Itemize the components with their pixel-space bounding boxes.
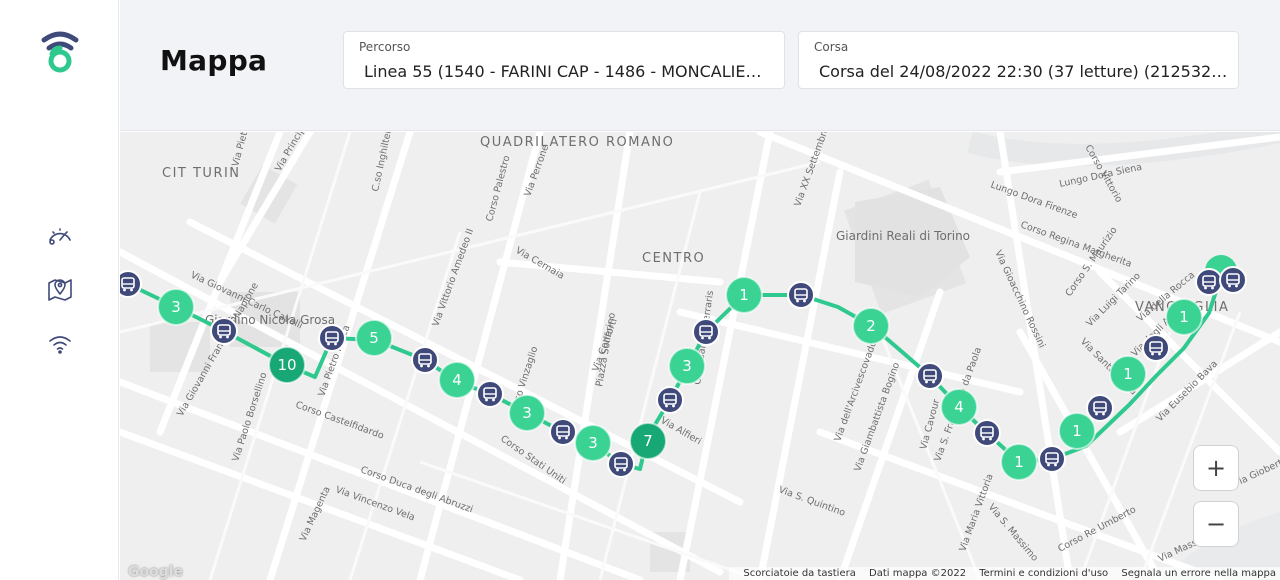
page-title: Mappa (160, 44, 268, 77)
map-view[interactable]: CIT TURIN QUADRILATERO ROMANO CENTRO VAN… (120, 132, 1280, 580)
bus-stop-icon[interactable] (1195, 268, 1223, 296)
cluster-count: 10 (277, 356, 296, 374)
cluster-count: 3 (588, 434, 598, 452)
map-attribution: Scorciatoie da tastiera Dati mappa ©2022… (729, 567, 1280, 580)
bus-stop-icon[interactable] (476, 380, 504, 408)
keyboard-shortcuts-link[interactable]: Scorciatoie da tastiera (743, 568, 855, 579)
cluster-count: 4 (954, 398, 964, 416)
district-label: QUADRILATERO ROMANO (480, 135, 674, 150)
report-error-link[interactable]: Segnala un errore nella mappa (1121, 568, 1276, 579)
reading-cluster[interactable]: 3 (157, 288, 195, 326)
trip-select-value: Corsa del 24/08/2022 22:30 (37 letture) … (819, 62, 1229, 81)
reading-cluster[interactable]: 1 (1000, 443, 1038, 481)
reading-cluster[interactable]: 10 (268, 346, 306, 384)
reading-cluster[interactable]: 7 (629, 422, 667, 460)
cluster-count: 7 (643, 432, 653, 450)
reading-cluster[interactable]: 1 (1109, 355, 1147, 393)
route-select-label: Percorso (359, 40, 411, 54)
bus-stop-icon[interactable] (120, 270, 142, 298)
bus-stop-icon[interactable] (1038, 445, 1066, 473)
bus-stop-icon[interactable] (318, 324, 346, 352)
district-label: CIT TURIN (162, 166, 241, 181)
district-label: CENTRO (642, 251, 705, 266)
route-select-value: Linea 55 (1540 - FARINI CAP - 1486 - MON… (364, 62, 769, 81)
cluster-count: 2 (866, 317, 876, 335)
reading-cluster[interactable]: 4 (940, 388, 978, 426)
reading-cluster[interactable]: 3 (668, 347, 706, 385)
gauge-icon[interactable] (44, 218, 76, 250)
bus-stop-icon[interactable] (973, 419, 1001, 447)
bus-stop-icon[interactable] (549, 418, 577, 446)
bus-stop-icon[interactable] (1219, 266, 1247, 294)
reading-cluster[interactable]: 4 (438, 361, 476, 399)
wifi-icon[interactable] (44, 328, 76, 360)
bus-stop-icon[interactable] (656, 386, 684, 414)
cluster-count: 1 (1123, 365, 1133, 383)
zoom-in-button[interactable]: + (1193, 445, 1239, 491)
reading-cluster[interactable]: 1 (1058, 412, 1096, 450)
reading-cluster[interactable]: 3 (574, 424, 612, 462)
route-select[interactable]: Percorso Linea 55 (1540 - FARINI CAP - 1… (343, 31, 785, 89)
cluster-count: 3 (171, 298, 181, 316)
trip-select[interactable]: Corsa Corsa del 24/08/2022 22:30 (37 let… (798, 31, 1239, 89)
cluster-count: 1 (739, 286, 749, 304)
cluster-count: 5 (369, 329, 379, 347)
bus-stop-icon[interactable] (787, 281, 815, 309)
bus-stop-icon[interactable] (210, 317, 238, 345)
app-logo[interactable] (40, 28, 80, 74)
cluster-count: 3 (682, 357, 692, 375)
reading-cluster[interactable]: 2 (852, 307, 890, 345)
app-root: Mappa Percorso Linea 55 (1540 - FARINI C… (0, 0, 1280, 580)
reading-cluster[interactable]: 1 (725, 276, 763, 314)
zoom-out-button[interactable]: − (1193, 501, 1239, 547)
terms-link[interactable]: Termini e condizioni d'uso (979, 568, 1108, 579)
trip-select-label: Corsa (814, 40, 849, 54)
map-data-text: Dati mappa ©2022 (869, 568, 967, 579)
bus-stop-icon[interactable] (1086, 394, 1114, 422)
reading-cluster[interactable]: 3 (508, 394, 546, 432)
bus-stop-icon[interactable] (607, 450, 635, 478)
cluster-count: 1 (1014, 453, 1024, 471)
cluster-count: 3 (522, 404, 532, 422)
reading-cluster[interactable]: 1 (1165, 298, 1203, 336)
cluster-count: 1 (1179, 308, 1189, 326)
map-canvas[interactable]: CIT TURIN QUADRILATERO ROMANO CENTRO VAN… (120, 132, 1280, 580)
google-logo: Google (128, 564, 184, 580)
bus-stop-icon[interactable] (916, 362, 944, 390)
cluster-count: 1 (1072, 422, 1082, 440)
bus-stop-icon[interactable] (692, 318, 720, 346)
header: Mappa Percorso Linea 55 (1540 - FARINI C… (120, 0, 1280, 131)
cluster-count: 4 (452, 371, 462, 389)
map-pin-icon[interactable] (44, 272, 76, 304)
landmark-label: Giardini Reali di Torino (836, 229, 970, 243)
reading-cluster[interactable]: 5 (355, 319, 393, 357)
bus-stop-icon[interactable] (411, 346, 439, 374)
sidebar (0, 0, 119, 580)
bus-stop-icon[interactable] (1142, 334, 1170, 362)
